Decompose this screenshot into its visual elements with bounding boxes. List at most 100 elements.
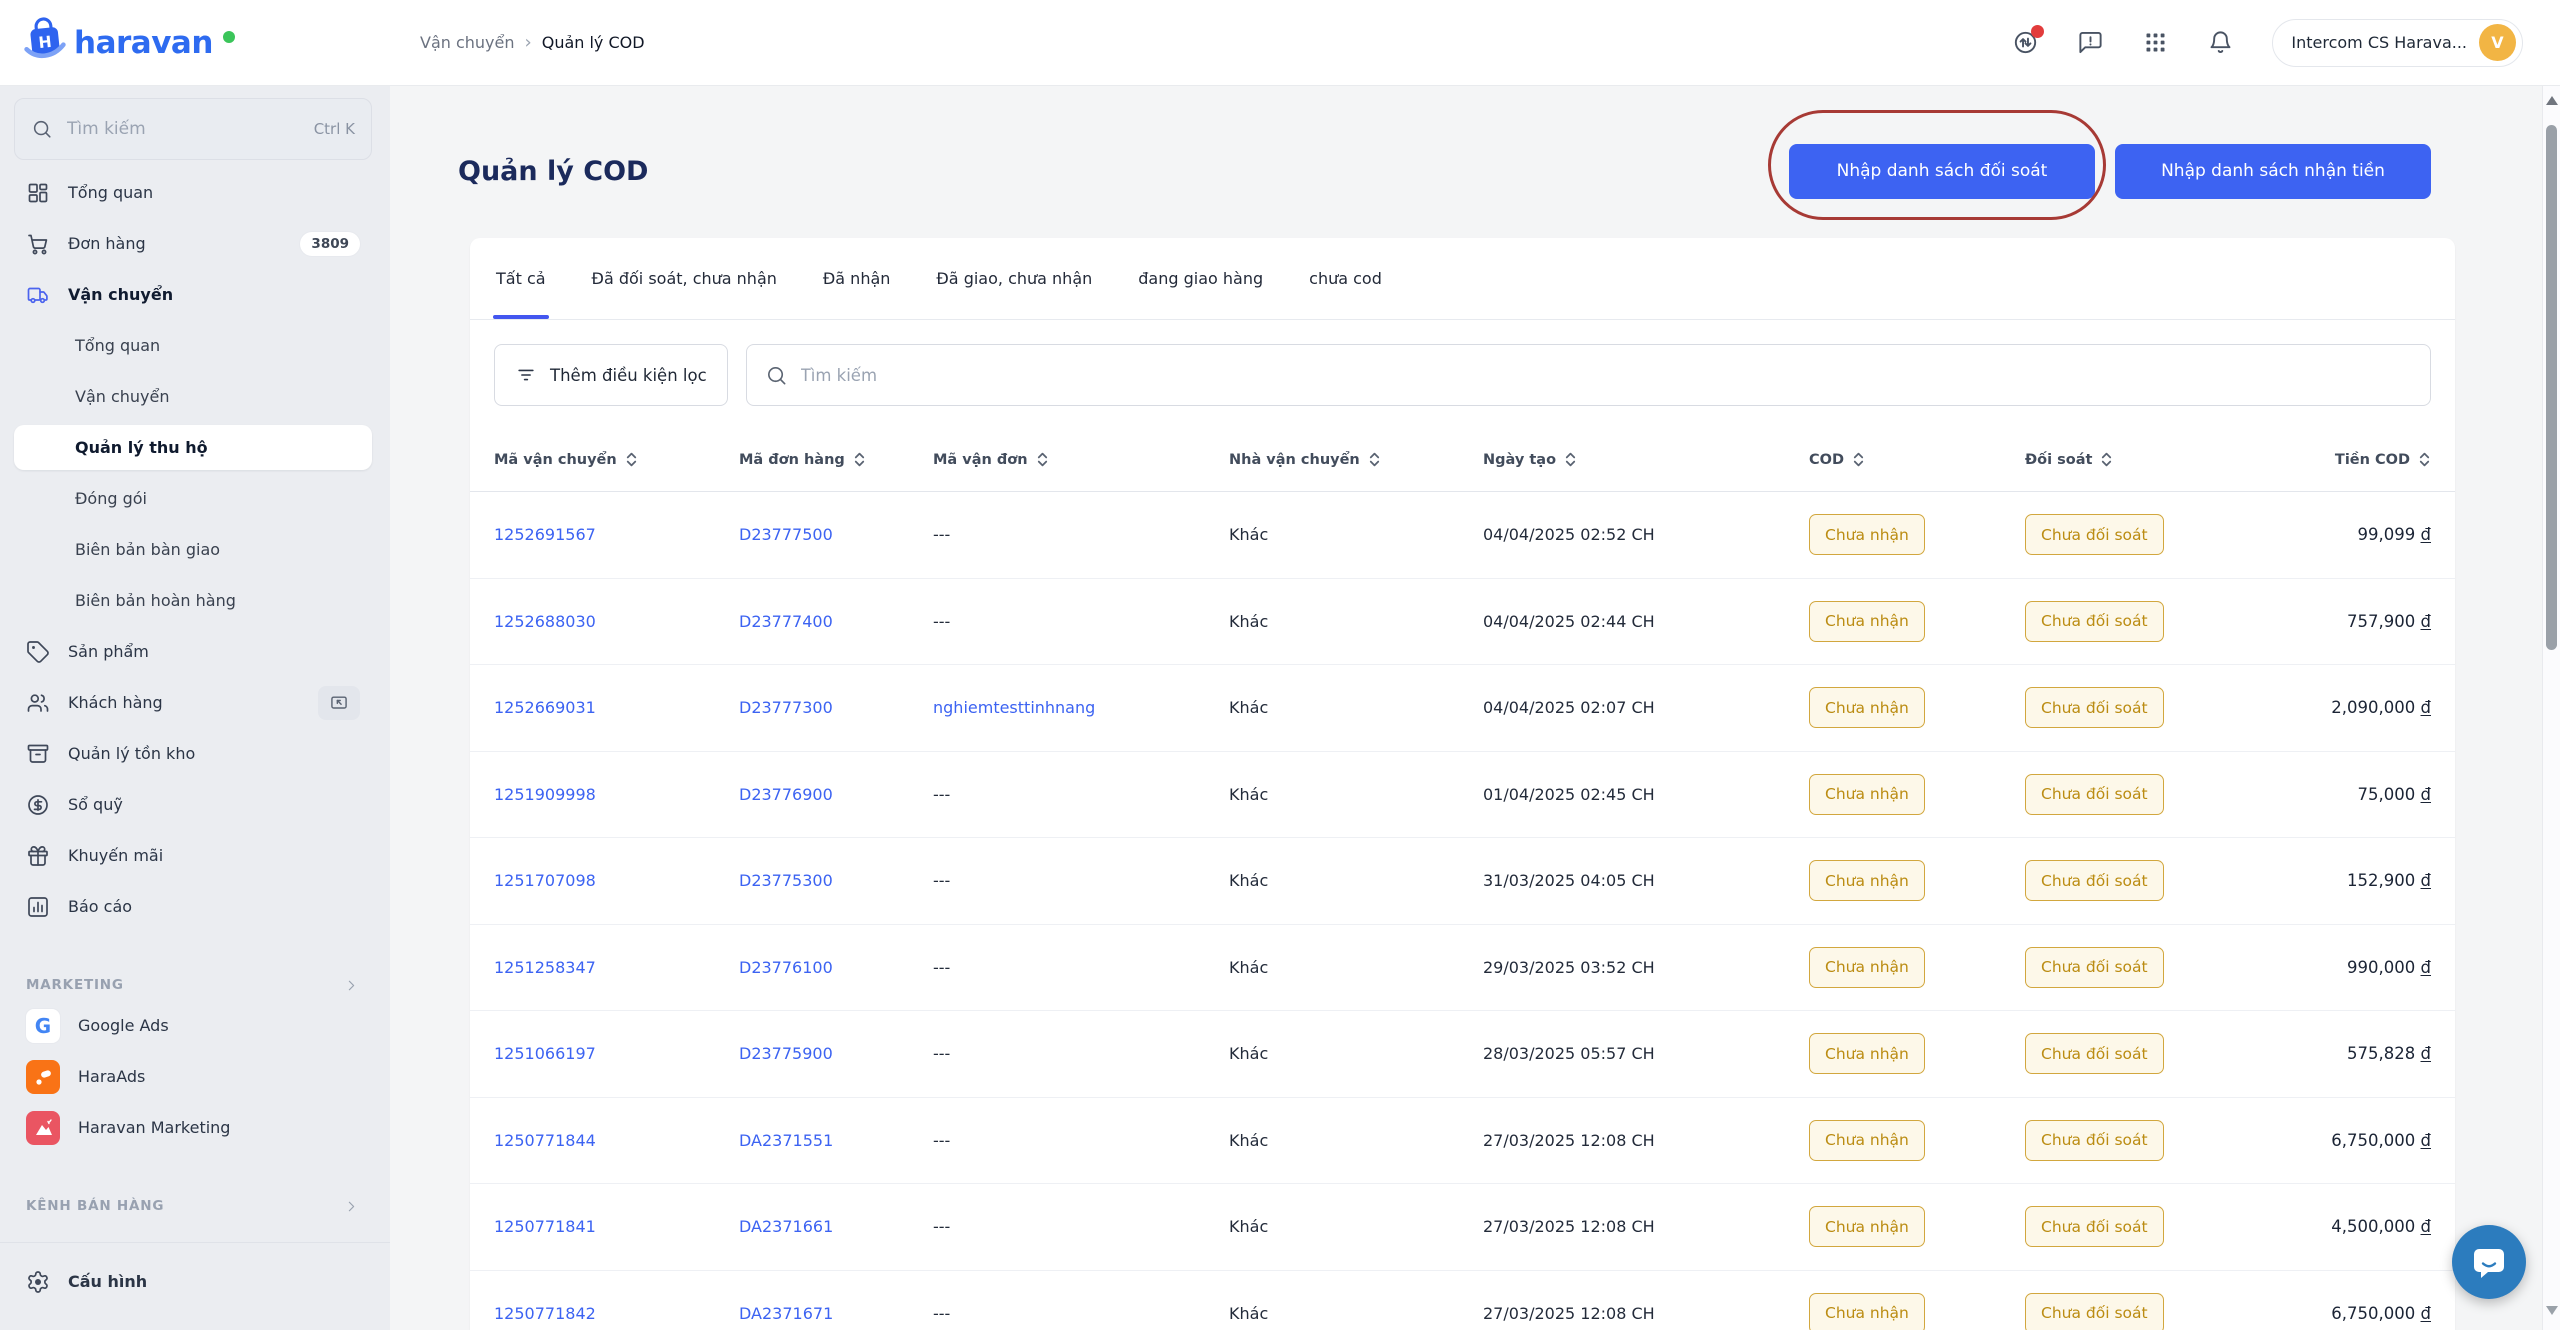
sidebar-item-dong-goi[interactable]: Đóng gói	[14, 476, 372, 521]
sidebar-section-marketing[interactable]: MARKETING	[14, 969, 372, 1001]
sidebar-search[interactable]: Ctrl K	[14, 98, 372, 160]
created-date-cell: 27/03/2025 12:08 CH	[1483, 1304, 1809, 1323]
shipping-code-link[interactable]: 1251707098	[494, 871, 596, 890]
sidebar-item-label: Quản lý thu hộ	[75, 438, 208, 457]
orders-count-badge: 3809	[300, 232, 360, 256]
chevron-right-icon	[343, 977, 360, 994]
cod-amount-cell: 6,750,000 đ	[2233, 1304, 2431, 1323]
import-reconcile-list-button[interactable]: Nhập danh sách đối soát	[1789, 144, 2095, 199]
reconcile-status-badge: Chưa đối soát	[2025, 601, 2164, 642]
sidebar-item-haraads[interactable]: HaraAds	[14, 1054, 372, 1099]
shipping-code-link[interactable]: 1251066197	[494, 1044, 596, 1063]
tracking-code-cell[interactable]: nghiemtesttinhnang	[933, 698, 1095, 717]
table-search-input[interactable]	[801, 366, 2412, 385]
shipping-code-link[interactable]: 1251258347	[494, 958, 596, 977]
scrollbar-thumb[interactable]	[2546, 125, 2557, 650]
scrollbar-down-arrow[interactable]	[2546, 1306, 2558, 1315]
brand-logo[interactable]: H haravan	[0, 16, 390, 70]
sidebar-item-van-chuyen-sub[interactable]: Vận chuyển	[14, 374, 372, 419]
table-row: 1250771844 DA2371551 --- Khác 27/03/2025…	[470, 1098, 2455, 1185]
haravan-marketing-icon	[26, 1111, 60, 1145]
sidebar-item-cau-hinh[interactable]: Cấu hình	[14, 1259, 372, 1304]
tab-da-nhan[interactable]: Đã nhận	[823, 238, 891, 319]
add-filter-button[interactable]: Thêm điều kiện lọc	[494, 344, 728, 406]
column-header-ma-don-hang[interactable]: Mã đơn hàng	[739, 451, 933, 468]
carrier-cell: Khác	[1229, 785, 1483, 804]
sidebar-item-label: Đóng gói	[75, 489, 147, 508]
scrollbar-up-arrow[interactable]	[2546, 96, 2558, 105]
order-code-link[interactable]: D23777500	[739, 525, 833, 544]
tab-da-giao-chua-nhan[interactable]: Đã giao, chưa nhận	[936, 238, 1092, 319]
cod-status-badge: Chưa nhận	[1809, 514, 1925, 555]
column-header-tien-cod[interactable]: Tiền COD	[2233, 451, 2431, 468]
sidebar-item-tong-quan[interactable]: Tổng quan	[14, 170, 372, 215]
sidebar-item-label: Biên bản hoàn hàng	[75, 591, 236, 610]
notifications-bell-icon[interactable]	[2207, 29, 2234, 56]
order-code-link[interactable]: D23775300	[739, 871, 833, 890]
shipping-code-link[interactable]: 1252688030	[494, 612, 596, 631]
search-icon	[31, 118, 53, 140]
sidebar-item-haravan-marketing[interactable]: Haravan Marketing	[14, 1105, 372, 1150]
sidebar-item-bao-cao[interactable]: Báo cáo	[14, 884, 372, 929]
chat-launcher-button[interactable]	[2452, 1225, 2526, 1299]
sidebar-item-so-quy[interactable]: Sổ quỹ	[14, 782, 372, 827]
shipping-code-link[interactable]: 1252691567	[494, 525, 596, 544]
sidebar-item-tong-quan-sub[interactable]: Tổng quan	[14, 323, 372, 368]
shipping-code-link[interactable]: 1250771844	[494, 1131, 596, 1150]
carrier-cell: Khác	[1229, 1131, 1483, 1150]
sidebar-item-bien-ban-ban-giao[interactable]: Biên bản bàn giao	[14, 527, 372, 572]
search-shortcut: Ctrl K	[314, 120, 355, 138]
vertical-scrollbar	[2542, 86, 2560, 1330]
tab-tat-ca[interactable]: Tất cả	[496, 238, 546, 319]
sidebar-item-khuyen-mai[interactable]: Khuyến mãi	[14, 833, 372, 878]
cod-amount-cell: 575,828 đ	[2233, 1044, 2431, 1063]
column-header-ma-van-don[interactable]: Mã vận đơn	[933, 451, 1229, 468]
sync-status-icon[interactable]	[2012, 29, 2039, 56]
column-header-ngay-tao[interactable]: Ngày tạo	[1483, 451, 1809, 468]
sidebar: Ctrl K Tổng quan Đơn hàng 3809 Vận chuyể…	[0, 86, 390, 1330]
order-code-link[interactable]: DA2371671	[739, 1304, 833, 1323]
sidebar-item-san-pham[interactable]: Sản phẩm	[14, 629, 372, 674]
shipping-code-link[interactable]: 1252669031	[494, 698, 596, 717]
created-date-cell: 27/03/2025 12:08 CH	[1483, 1131, 1809, 1150]
sidebar-section-sales-channels[interactable]: KÊNH BÁN HÀNG	[14, 1190, 372, 1222]
order-code-link[interactable]: DA2371551	[739, 1131, 833, 1150]
order-code-link[interactable]: D23776100	[739, 958, 833, 977]
shipping-code-link[interactable]: 1250771842	[494, 1304, 596, 1323]
open-in-panel-icon[interactable]	[318, 686, 360, 720]
order-code-link[interactable]: D23776900	[739, 785, 833, 804]
tab-dang-giao-hang[interactable]: đang giao hàng	[1138, 238, 1263, 319]
apps-grid-icon[interactable]	[2142, 29, 2169, 56]
sidebar-item-van-chuyen[interactable]: Vận chuyển	[14, 272, 372, 317]
tab-chua-cod[interactable]: chưa cod	[1309, 238, 1382, 319]
table-row: 1252691567 D23777500 --- Khác 04/04/2025…	[470, 492, 2455, 579]
section-label: KÊNH BÁN HÀNG	[26, 1198, 164, 1214]
sidebar-search-input[interactable]	[67, 119, 300, 139]
table-search[interactable]	[746, 344, 2431, 406]
sidebar-item-khach-hang[interactable]: Khách hàng	[14, 680, 372, 725]
order-code-link[interactable]: D23777300	[739, 698, 833, 717]
import-received-list-button[interactable]: Nhập danh sách nhận tiền	[2115, 144, 2431, 199]
sidebar-item-bien-ban-hoan-hang[interactable]: Biên bản hoàn hàng	[14, 578, 372, 623]
order-code-link[interactable]: DA2371661	[739, 1217, 833, 1236]
tab-da-doi-soat-chua-nhan[interactable]: Đã đối soát, chưa nhận	[592, 238, 777, 319]
breadcrumb-parent[interactable]: Vận chuyển	[420, 33, 515, 52]
sidebar-item-google-ads[interactable]: G Google Ads	[14, 1003, 372, 1048]
account-menu[interactable]: Intercom CS Harava... V	[2272, 19, 2523, 67]
created-date-cell: 04/04/2025 02:07 CH	[1483, 698, 1809, 717]
shipping-code-link[interactable]: 1250771841	[494, 1217, 596, 1236]
tracking-code-cell: ---	[933, 1131, 950, 1150]
column-header-doi-soat[interactable]: Đối soát	[2025, 451, 2233, 468]
order-code-link[interactable]: D23775900	[739, 1044, 833, 1063]
sidebar-item-quan-ly-ton-kho[interactable]: Quản lý tồn kho	[14, 731, 372, 776]
shipping-code-link[interactable]: 1251909998	[494, 785, 596, 804]
column-header-cod[interactable]: COD	[1809, 451, 2025, 468]
sidebar-item-don-hang[interactable]: Đơn hàng 3809	[14, 221, 372, 266]
column-header-ma-van-chuyen[interactable]: Mã vận chuyển	[494, 451, 739, 468]
feedback-icon[interactable]	[2077, 29, 2104, 56]
sidebar-item-quan-ly-thu-ho[interactable]: Quản lý thu hộ	[14, 425, 372, 470]
reconcile-status-badge: Chưa đối soát	[2025, 1206, 2164, 1247]
table-row: 1252669031 D23777300 nghiemtesttinhnang …	[470, 665, 2455, 752]
column-header-nha-van-chuyen[interactable]: Nhà vận chuyển	[1229, 451, 1483, 468]
order-code-link[interactable]: D23777400	[739, 612, 833, 631]
